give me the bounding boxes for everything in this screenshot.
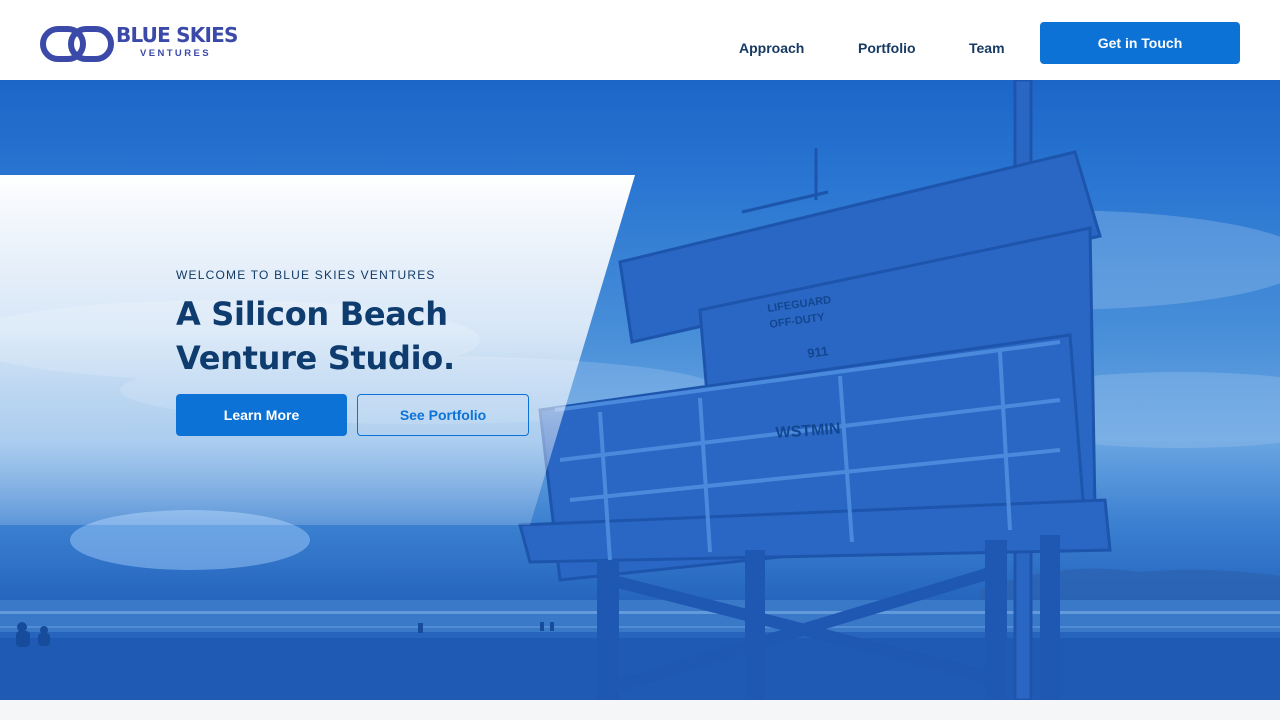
brand-logo[interactable]: BLUE SKIES VENTURES (40, 22, 240, 62)
tower-sign-911: 911 (806, 343, 829, 361)
nav-approach[interactable]: Approach (739, 40, 804, 56)
hero-title-line-1: A Silicon Beach (176, 295, 448, 333)
get-in-touch-button[interactable]: Get in Touch (1040, 22, 1240, 64)
hero-section: LIFEGUARD OFF-DUTY 911 WSTMIN WELCOME TO… (0, 80, 1280, 700)
brand-subtitle: VENTURES (140, 48, 211, 59)
hero-title: A Silicon Beach Venture Studio. (176, 292, 596, 380)
page-bottom-strip (0, 700, 1280, 720)
linked-rings-icon (40, 26, 114, 62)
nav-portfolio[interactable]: Portfolio (858, 40, 916, 56)
brand-name: BLUE SKIES (116, 23, 238, 47)
see-portfolio-button[interactable]: See Portfolio (357, 394, 529, 436)
hero-eyebrow: WELCOME TO BLUE SKIES VENTURES (176, 268, 436, 282)
hero-title-line-2: Venture Studio. (176, 339, 455, 377)
nav-team[interactable]: Team (969, 40, 1005, 56)
learn-more-button[interactable]: Learn More (176, 394, 347, 436)
site-header: BLUE SKIES VENTURES Approach Portfolio T… (0, 0, 1280, 80)
